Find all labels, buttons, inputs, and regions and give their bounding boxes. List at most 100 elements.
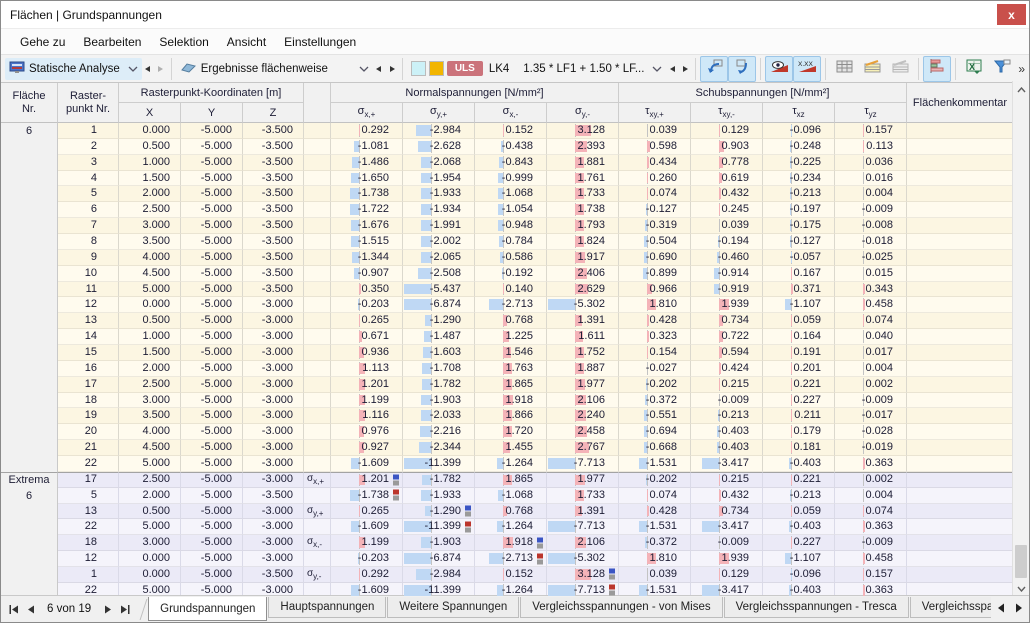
stress-value-cell[interactable]: 2.240	[547, 408, 619, 424]
coord-y-cell[interactable]: -5.000	[181, 282, 243, 298]
filter-button[interactable]	[988, 56, 1016, 82]
coord-z-cell[interactable]: -3.500	[243, 567, 304, 583]
stress-value-cell[interactable]: 3.128	[547, 567, 619, 583]
coord-y-cell[interactable]: -5.000	[181, 504, 243, 520]
stress-value-cell[interactable]: -1.650	[331, 171, 403, 187]
stress-value-cell[interactable]: -0.027	[619, 361, 691, 377]
stress-value-cell[interactable]: 1.455	[475, 440, 547, 456]
stress-value-cell[interactable]: 0.017	[835, 345, 907, 361]
stress-value-cell[interactable]: 0.363	[835, 519, 907, 535]
menu-item-einstellungen[interactable]: Einstellungen	[275, 31, 365, 53]
stress-value-cell[interactable]: 2.393	[547, 139, 619, 155]
coord-y-cell[interactable]: -5.000	[181, 519, 243, 535]
gridpoint-nr-cell[interactable]: 4	[58, 171, 119, 187]
stress-value-cell[interactable]: 0.966	[619, 282, 691, 298]
stress-value-cell[interactable]: -5.302	[547, 297, 619, 313]
stress-value-cell[interactable]: -0.213	[763, 186, 835, 202]
stress-value-cell[interactable]: -1.782	[403, 377, 475, 393]
stress-value-cell[interactable]: -5.437	[403, 282, 475, 298]
stress-value-cell[interactable]: 1.761	[547, 171, 619, 187]
stress-value-cell[interactable]: -1.903	[403, 393, 475, 409]
coord-z-cell[interactable]: -3.000	[243, 535, 304, 551]
coord-z-cell[interactable]: -3.000	[243, 456, 304, 472]
stress-value-cell[interactable]: 1.977	[547, 472, 619, 488]
coord-x-cell[interactable]: 5.000	[119, 282, 181, 298]
comment-cell[interactable]	[907, 377, 1014, 393]
stress-value-cell[interactable]: 0.265	[331, 504, 403, 520]
stress-value-cell[interactable]: 0.059	[763, 313, 835, 329]
stress-value-cell[interactable]: 0.215	[691, 472, 763, 488]
comment-cell[interactable]	[907, 218, 1014, 234]
coord-x-cell[interactable]: 0.500	[119, 139, 181, 155]
stress-value-cell[interactable]: 1.824	[547, 234, 619, 250]
stress-value-cell[interactable]: -0.127	[763, 234, 835, 250]
coord-y-cell[interactable]: -5.000	[181, 535, 243, 551]
gridpoint-nr-cell[interactable]: 6	[58, 202, 119, 218]
stress-value-cell[interactable]: -0.203	[331, 551, 403, 567]
stress-value-cell[interactable]: 0.428	[619, 504, 691, 520]
stress-value-cell[interactable]: -0.319	[619, 218, 691, 234]
stress-value-cell[interactable]: 0.179	[763, 424, 835, 440]
stress-value-cell[interactable]: 0.157	[835, 123, 907, 139]
stress-value-cell[interactable]: 0.260	[619, 171, 691, 187]
stress-value-cell[interactable]: 0.227	[763, 393, 835, 409]
coord-z-cell[interactable]: -3.000	[243, 393, 304, 409]
stress-value-cell[interactable]: 0.004	[835, 488, 907, 504]
stress-value-cell[interactable]: 1.752	[547, 345, 619, 361]
tab-vergleichsspannungen-huber[interactable]: Vergleichsspannungen - Huber	[910, 597, 991, 618]
stress-value-cell[interactable]: 0.350	[331, 282, 403, 298]
stress-value-cell[interactable]: 0.152	[475, 123, 547, 139]
gridpoint-nr-cell[interactable]: 3	[58, 155, 119, 171]
stress-value-cell[interactable]: -1.708	[403, 361, 475, 377]
stress-value-cell[interactable]: -7.713	[547, 519, 619, 535]
stress-value-cell[interactable]: 1.881	[547, 155, 619, 171]
stress-value-cell[interactable]: 0.154	[619, 345, 691, 361]
scroll-up-button[interactable]	[1013, 81, 1029, 98]
stress-value-cell[interactable]: 0.363	[835, 456, 907, 472]
stress-value-cell[interactable]: -1.782	[403, 472, 475, 488]
stress-value-cell[interactable]: 0.164	[763, 329, 835, 345]
analysis-next-button[interactable]	[154, 59, 166, 79]
stress-value-cell[interactable]: -1.609	[331, 519, 403, 535]
gridpoint-nr-cell[interactable]: 7	[58, 218, 119, 234]
coord-x-cell[interactable]: 2.000	[119, 361, 181, 377]
stress-value-cell[interactable]: 0.113	[835, 139, 907, 155]
coord-y-cell[interactable]: -5.000	[181, 440, 243, 456]
comment-cell[interactable]	[907, 393, 1014, 409]
results-mode-combo[interactable]: Ergebnisse flächenweise	[176, 58, 373, 80]
coord-x-cell[interactable]: 0.500	[119, 313, 181, 329]
stress-value-cell[interactable]: 1.201	[331, 377, 403, 393]
stress-value-cell[interactable]: -2.216	[403, 424, 475, 440]
stress-value-cell[interactable]: -0.009	[835, 393, 907, 409]
comment-cell[interactable]	[907, 250, 1014, 266]
combination-prev-button[interactable]	[666, 59, 678, 79]
export-excel-button[interactable]: X	[960, 56, 988, 82]
stress-value-cell[interactable]: 1.199	[331, 535, 403, 551]
stress-value-cell[interactable]: -0.019	[835, 440, 907, 456]
coord-z-cell[interactable]: -3.000	[243, 329, 304, 345]
gridpoint-nr-cell[interactable]: 16	[58, 361, 119, 377]
stress-value-cell[interactable]: -0.914	[691, 266, 763, 282]
stress-value-cell[interactable]: 0.976	[331, 424, 403, 440]
coord-x-cell[interactable]: 1.000	[119, 155, 181, 171]
stress-value-cell[interactable]: -6.874	[403, 297, 475, 313]
comment-cell[interactable]	[907, 123, 1014, 139]
stress-value-cell[interactable]: 0.002	[835, 377, 907, 393]
stress-value-cell[interactable]: 0.292	[331, 567, 403, 583]
gridpoint-nr-cell[interactable]: 20	[58, 424, 119, 440]
last-table-button[interactable]	[116, 600, 133, 618]
stress-value-cell[interactable]: 2.458	[547, 424, 619, 440]
stress-value-cell[interactable]: -0.586	[475, 250, 547, 266]
decimal-places-button[interactable]: X.XX	[793, 56, 821, 82]
comment-cell[interactable]	[907, 345, 1014, 361]
coord-z-cell[interactable]: -3.000	[243, 440, 304, 456]
coord-y-cell[interactable]: -5.000	[181, 266, 243, 282]
table-settings-button[interactable]	[830, 56, 858, 82]
coord-x-cell[interactable]: 5.000	[119, 519, 181, 535]
coord-y-cell[interactable]: -5.000	[181, 155, 243, 171]
stress-value-cell[interactable]: -2.713	[475, 297, 547, 313]
coord-z-cell[interactable]: -3.000	[243, 519, 304, 535]
stress-value-cell[interactable]: -0.694	[619, 424, 691, 440]
stress-value-cell[interactable]: -1.264	[475, 519, 547, 535]
results-prev-button[interactable]	[373, 59, 385, 79]
